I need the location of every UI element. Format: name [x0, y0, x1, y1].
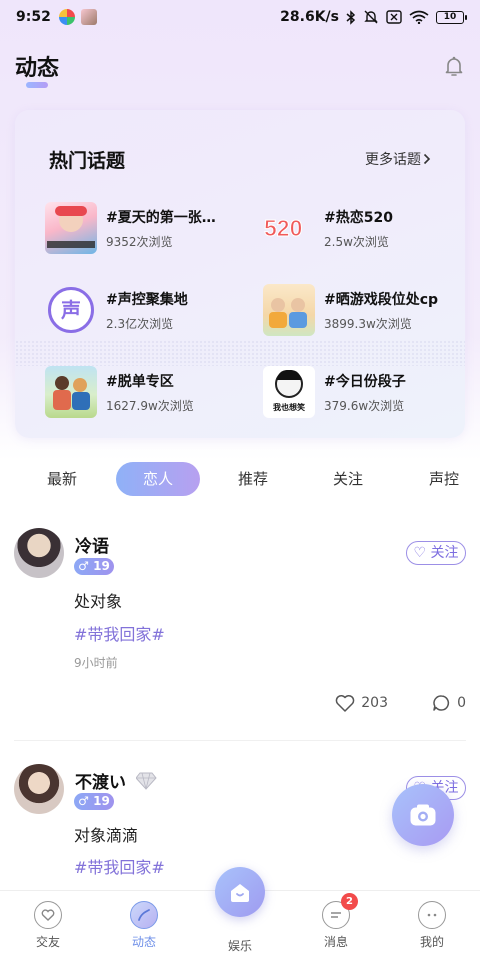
post-text: 对象滴滴: [74, 826, 139, 845]
gender-symbol: ♂: [78, 794, 89, 808]
nav-profile[interactable]: 我的: [392, 901, 472, 950]
message-badge: 2: [341, 893, 358, 910]
nav-entertainment[interactable]: [215, 867, 265, 917]
gender-age-badge: ♂ 19: [74, 793, 114, 810]
nav-label: 消息: [323, 935, 348, 949]
moments-icon: [130, 901, 158, 929]
nav-moments[interactable]: 动态: [104, 901, 184, 950]
message-icon: 2: [322, 893, 358, 929]
post-tag[interactable]: #带我回家#: [74, 854, 165, 878]
nav-label: 动态: [131, 935, 156, 949]
post-card[interactable]: 不渡い ♂ 19 ♡ 关注 对象滴滴 #带我回家#: [0, 0, 480, 890]
camera-button[interactable]: [392, 784, 454, 846]
camera-icon: [410, 804, 436, 826]
profile-icon: [418, 901, 446, 929]
nav-messages[interactable]: 2 消息: [296, 893, 376, 950]
username-label: 不渡い: [75, 773, 126, 793]
diamond-icon: [136, 772, 157, 790]
nav-friends[interactable]: 交友: [8, 901, 88, 950]
avatar[interactable]: [14, 764, 64, 814]
nav-entertainment-label: 娱乐: [227, 939, 252, 953]
home-icon: [231, 884, 249, 902]
nav-label: 我的: [419, 935, 444, 949]
age-label: 19: [93, 794, 110, 808]
friends-icon: [34, 901, 62, 929]
bottom-nav: 交友 动态 娱乐 2 消息 我的: [0, 867, 480, 960]
username[interactable]: 不渡い: [75, 768, 160, 793]
nav-label: 交友: [35, 935, 60, 949]
